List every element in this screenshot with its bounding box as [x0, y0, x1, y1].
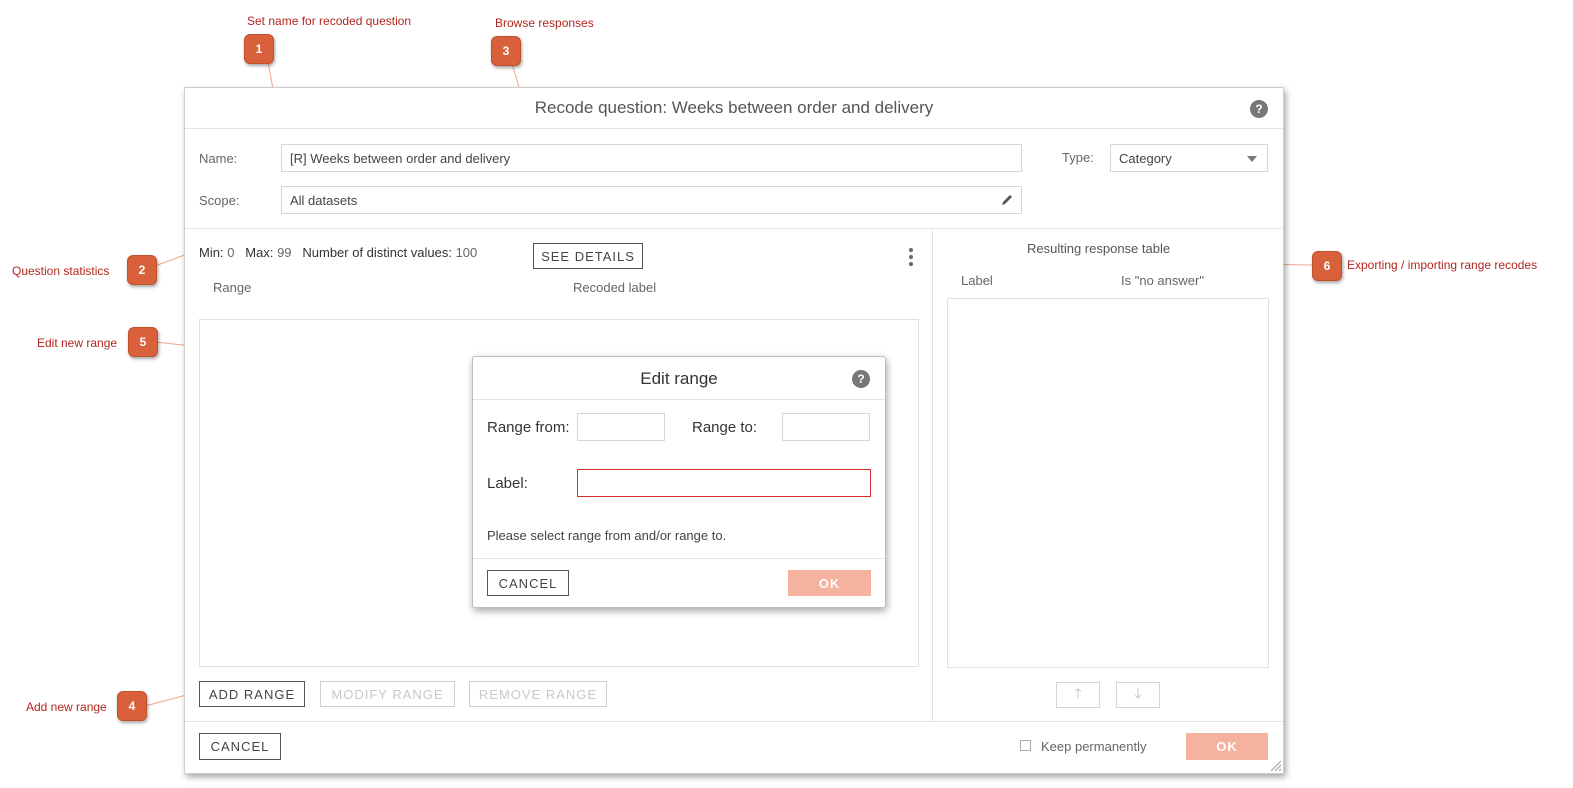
- name-input[interactable]: [R] Weeks between order and delivery: [281, 144, 1022, 172]
- distinct-value: 100: [455, 245, 478, 260]
- modify-range-button[interactable]: MODIFY RANGE: [320, 681, 455, 707]
- cancel-button[interactable]: CANCEL: [199, 733, 281, 760]
- annotation-3-text: Browse responses: [495, 16, 594, 30]
- keep-permanently-label: Keep permanently: [1041, 739, 1147, 754]
- range-to-input[interactable]: [782, 413, 870, 441]
- validation-message: Please select range from and/or range to…: [487, 528, 727, 543]
- arrow-down-icon[interactable]: 🡓: [1116, 682, 1160, 708]
- kebab-menu-icon[interactable]: [909, 248, 913, 266]
- remove-range-button[interactable]: REMOVE RANGE: [469, 681, 607, 707]
- ok-button[interactable]: OK: [1186, 733, 1268, 760]
- annotation-1-badge: 1: [244, 34, 274, 64]
- annotation-3-badge: 3: [491, 36, 521, 66]
- see-details-button[interactable]: SEE DETAILS: [533, 243, 643, 269]
- response-table[interactable]: [947, 298, 1269, 668]
- no-answer-column-header: Is "no answer": [1121, 273, 1204, 288]
- annotation-5-badge: 5: [128, 327, 158, 357]
- min-value: 0: [227, 245, 235, 260]
- scope-input[interactable]: All datasets: [281, 186, 1022, 214]
- modal-cancel-button[interactable]: CANCEL: [487, 570, 569, 596]
- max-value: 99: [277, 245, 292, 260]
- help-icon[interactable]: ?: [1250, 100, 1268, 118]
- label-input[interactable]: [577, 469, 871, 497]
- header-divider: [185, 228, 1283, 229]
- scope-label: Scope:: [199, 193, 240, 208]
- title-divider: [185, 128, 1283, 129]
- range-from-label: Range from:: [487, 419, 570, 436]
- type-select[interactable]: Category: [1110, 144, 1268, 172]
- name-label: Name:: [199, 151, 238, 166]
- range-to-label: Range to:: [692, 419, 758, 436]
- annotation-4-badge: 4: [117, 691, 147, 721]
- chevron-down-icon: [1247, 156, 1257, 162]
- min-label: Min:: [199, 245, 224, 260]
- edit-range-modal: Edit range ? Range from: Range to: Label…: [472, 356, 886, 608]
- modal-footer-divider: [473, 558, 885, 559]
- label-column-header: Label: [961, 273, 993, 288]
- label-field-label: Label:: [487, 475, 528, 492]
- distinct-label: Number of distinct values:: [302, 245, 452, 260]
- recoded-label-column-header: Recoded label: [573, 280, 657, 295]
- range-from-input[interactable]: [577, 413, 665, 441]
- type-label: Type:: [1062, 150, 1094, 165]
- arrow-up-icon[interactable]: 🡑: [1056, 682, 1100, 708]
- footer-divider: [185, 721, 1283, 722]
- question-statistics: Min: 0 Max: 99 Number of distinct values…: [199, 245, 477, 260]
- dialog-title: Recode question: Weeks between order and…: [534, 98, 934, 117]
- modal-title-divider: [473, 399, 885, 400]
- type-select-value: Category: [1119, 151, 1172, 166]
- pencil-icon[interactable]: [1001, 194, 1013, 206]
- annotation-5-text: Edit new range: [37, 336, 118, 350]
- resize-grip-icon[interactable]: [1271, 761, 1281, 771]
- range-column-header: Range: [213, 280, 252, 295]
- annotation-6-badge: 6: [1312, 251, 1342, 281]
- annotation-2-badge: 2: [127, 255, 157, 285]
- annotation-6-text: Exporting / importing range recodes: [1347, 258, 1538, 272]
- keep-permanently-checkbox[interactable]: [1020, 740, 1031, 751]
- edit-range-title: Edit range: [640, 369, 718, 388]
- modal-ok-button[interactable]: OK: [788, 570, 871, 596]
- panel-divider: [932, 228, 933, 721]
- max-label: Max:: [245, 245, 274, 260]
- resulting-response-table-title: Resulting response table: [1027, 241, 1171, 256]
- annotation-1-text: Set name for recoded question: [247, 14, 412, 28]
- annotation-2-text: Question statistics: [12, 264, 110, 278]
- annotation-4-text: Add new range: [26, 700, 107, 714]
- modal-help-icon[interactable]: ?: [852, 370, 870, 388]
- scope-value: All datasets: [290, 193, 358, 208]
- add-range-button[interactable]: ADD RANGE: [199, 681, 305, 707]
